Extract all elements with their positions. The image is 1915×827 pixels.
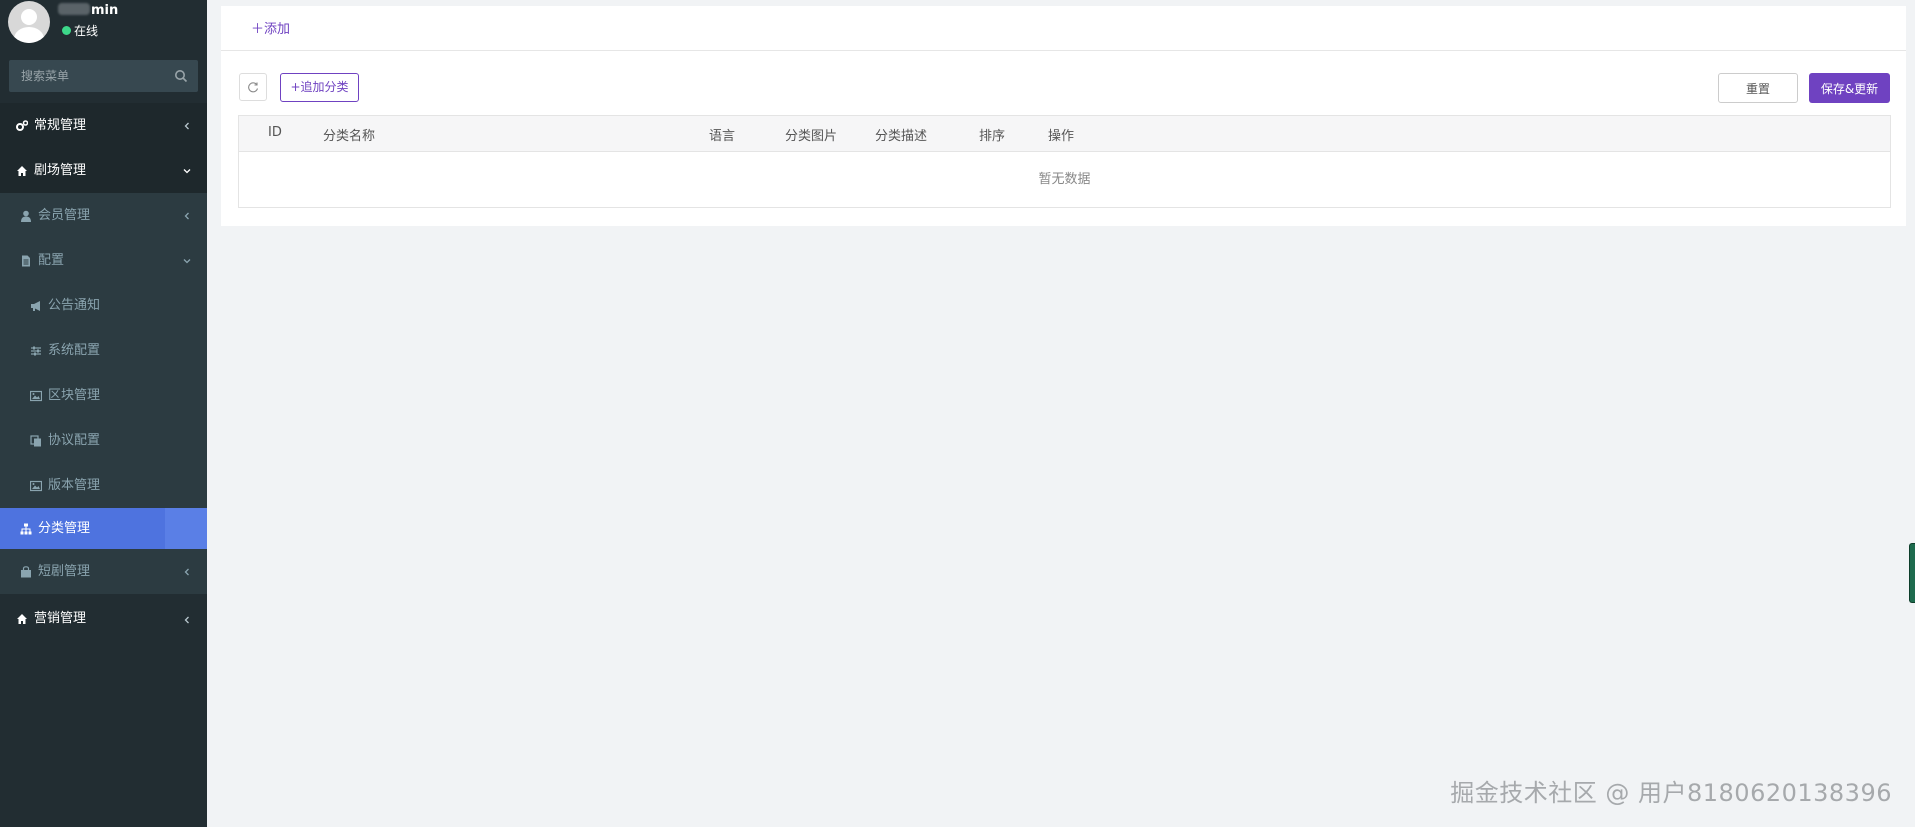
add-category-button[interactable]: +追加分类 — [280, 73, 359, 102]
sidebar-item-members[interactable]: 会员管理 — [0, 193, 207, 238]
user-icon — [21, 210, 31, 222]
save-update-button[interactable]: 保存&更新 — [1809, 73, 1890, 103]
reset-button[interactable]: 重置 — [1718, 73, 1798, 103]
user-status: 在线 — [62, 22, 98, 39]
image-icon — [30, 480, 42, 492]
plus-icon: + — [290, 80, 301, 94]
copy-icon — [30, 435, 41, 447]
sidebar-item-agreement[interactable]: 协议配置 — [0, 418, 207, 463]
user-panel: min 在线 — [0, 0, 207, 50]
chevron-left-icon — [184, 212, 189, 220]
column-header-id: ID — [268, 125, 282, 140]
plus-icon: ＋ — [251, 22, 265, 37]
cogs-icon — [16, 120, 28, 131]
sidebar-item-theater[interactable]: 剧场管理 — [0, 148, 207, 193]
table-header: ID 分类名称 语言 分类图片 分类描述 排序 操作 — [239, 116, 1890, 152]
file-text-icon — [22, 255, 30, 267]
redacted-name — [58, 3, 90, 15]
sidebar-item-system-config[interactable]: 系统配置 — [0, 328, 207, 373]
refresh-icon — [248, 82, 259, 93]
sliders-icon — [31, 346, 41, 356]
chevron-left-icon — [184, 568, 189, 576]
user-name-suffix: min — [91, 3, 119, 18]
empty-state: 暂无数据 — [1038, 172, 1091, 187]
home-icon — [17, 614, 27, 624]
column-header-language: 语言 — [709, 129, 736, 144]
sidebar-item-config[interactable]: 配置 — [0, 238, 207, 283]
avatar[interactable] — [8, 1, 50, 43]
sidebar-item-block[interactable]: 区块管理 — [0, 373, 207, 418]
main-content: ＋添加 +追加分类 重置 保存&更新 ID 分类名称 语言 分类图片 分类描述 … — [207, 0, 1915, 827]
sidebar-item-label: 剧场管理 — [34, 163, 87, 178]
chevron-down-icon — [183, 259, 191, 264]
sidebar-item-label: 分类管理 — [38, 521, 91, 536]
watermark: 掘金技术社区 @ 用户8180620138396 — [1450, 779, 1892, 807]
sidebar-item-label: 常规管理 — [34, 118, 87, 133]
sidebar-item-short-drama[interactable]: 短剧管理 — [0, 549, 207, 594]
sidebar-item-label: 短剧管理 — [38, 564, 91, 579]
column-header-name: 分类名称 — [323, 129, 376, 144]
home-icon — [17, 166, 27, 176]
refresh-button[interactable] — [239, 73, 267, 101]
sidebar-item-label: 营销管理 — [34, 611, 87, 626]
sidebar-item-label: 区块管理 — [48, 388, 101, 403]
sidebar-item-version[interactable]: 版本管理 — [0, 463, 207, 508]
user-status-text: 在线 — [74, 24, 99, 38]
sidebar: min 在线 常规管理 剧场管理 会员管理 配置 公告通知 — [0, 0, 207, 827]
side-float-tab[interactable] — [1909, 543, 1915, 603]
sidebar-item-label: 协议配置 — [48, 433, 101, 448]
sidebar-item-label: 公告通知 — [48, 298, 101, 313]
sidebar-item-label: 配置 — [38, 253, 65, 268]
column-header-sort: 排序 — [979, 129, 1006, 144]
add-category-label: 追加分类 — [300, 80, 349, 94]
bullhorn-icon — [31, 301, 40, 311]
sidebar-item-label: 系统配置 — [48, 343, 101, 358]
tab-add[interactable]: ＋添加 — [251, 18, 290, 37]
column-header-actions: 操作 — [1048, 129, 1075, 144]
sidebar-item-category[interactable]: 分类管理 — [0, 508, 207, 549]
sidebar-menu: 常规管理 剧场管理 会员管理 配置 公告通知 系统配置 区块管理 协议配置 版本… — [0, 103, 207, 644]
menu-search — [9, 60, 198, 92]
online-dot-icon — [62, 26, 71, 35]
user-name: min — [58, 3, 118, 18]
shopping-bag-icon — [21, 566, 31, 578]
sidebar-item-label: 版本管理 — [48, 478, 101, 493]
sidebar-item-regular[interactable]: 常规管理 — [0, 103, 207, 148]
tab-add-label: 添加 — [264, 22, 291, 37]
chevron-down-icon — [183, 169, 191, 174]
content-panel: +追加分类 重置 保存&更新 ID 分类名称 语言 分类图片 分类描述 排序 操… — [221, 51, 1906, 226]
search-icon[interactable] — [174, 69, 188, 83]
sidebar-item-label: 会员管理 — [38, 208, 91, 223]
column-header-image: 分类图片 — [785, 129, 838, 144]
sidebar-item-notice[interactable]: 公告通知 — [0, 283, 207, 328]
image-icon — [30, 390, 42, 402]
menu-search-input[interactable] — [9, 60, 169, 92]
sitemap-icon — [20, 523, 32, 535]
column-header-description: 分类描述 — [875, 129, 928, 144]
tab-bar: ＋添加 — [221, 6, 1906, 51]
chevron-left-icon — [184, 122, 189, 130]
category-table: ID 分类名称 语言 分类图片 分类描述 排序 操作 暂无数据 — [238, 115, 1891, 208]
chevron-left-icon — [184, 616, 189, 624]
sidebar-item-marketing[interactable]: 营销管理 — [0, 594, 207, 644]
